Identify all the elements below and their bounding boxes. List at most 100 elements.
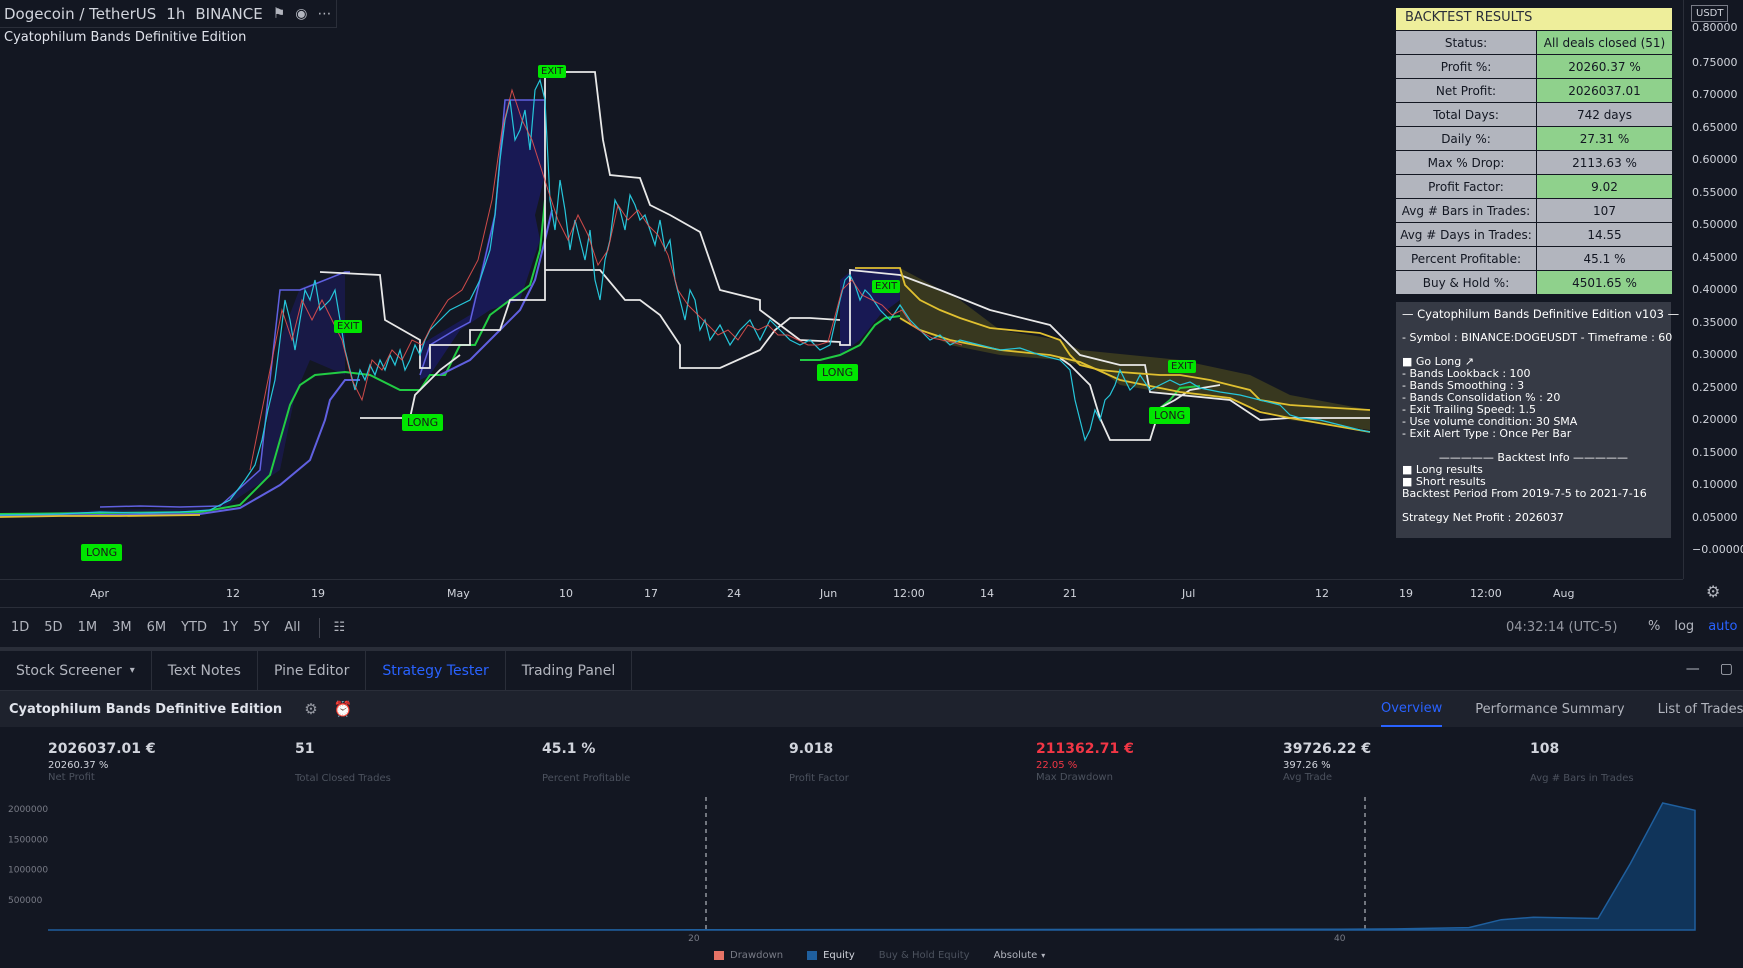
log-scale-toggle[interactable]: log (1674, 619, 1694, 634)
exit-signal: EXIT (872, 280, 901, 293)
backtest-value: 9.02 (1537, 175, 1672, 198)
currency-badge[interactable]: USDT (1691, 5, 1729, 22)
price-axis[interactable]: 0.80000 0.75000 0.70000 0.65000 0.60000 … (1683, 0, 1743, 579)
metric-value: 108 (1530, 741, 1560, 757)
price-tick: 0.60000 (1692, 153, 1738, 166)
time-tick: 17 (644, 587, 658, 600)
backtest-key: Percent Profitable: (1396, 247, 1537, 270)
date-range-icon[interactable]: ☷ (334, 620, 346, 635)
equity-y-axis: 2000000 1500000 1000000 500000 (8, 805, 48, 906)
tab-performance-summary[interactable]: Performance Summary (1475, 691, 1624, 727)
backtest-value: 107 (1537, 199, 1672, 222)
bands-layer (0, 71, 1371, 518)
range-5d[interactable]: 5D (44, 620, 62, 635)
metric-profit-factor: 9.018 Profit Factor (789, 741, 1029, 784)
price-tick: 0.45000 (1692, 251, 1738, 264)
backtest-row: Avg # Days in Trades: 14.55 (1396, 223, 1672, 247)
time-tick: 10 (559, 587, 573, 600)
range-1d[interactable]: 1D (11, 620, 29, 635)
range-1m[interactable]: 1M (78, 620, 98, 635)
maximize-icon[interactable]: ▢ (1720, 661, 1733, 677)
metric-label: Avg Trade (1283, 772, 1333, 783)
interval-label[interactable]: 1h (166, 5, 185, 23)
clock-readout[interactable]: 04:32:14 (UTC-5) (1506, 620, 1617, 635)
tab-trading-panel[interactable]: Trading Panel (506, 650, 633, 691)
price-tick: 0.50000 (1692, 218, 1738, 231)
equity-x-tick: 40 (1334, 934, 1346, 944)
price-tick: 0.40000 (1692, 283, 1738, 296)
symbol-name[interactable]: Dogecoin / TetherUS (4, 5, 156, 23)
tab-strategy-tester[interactable]: Strategy Tester (366, 650, 506, 691)
exit-signal: EXIT (1168, 360, 1197, 373)
eye-icon[interactable]: ◉ (295, 6, 307, 22)
price-tick: 0.30000 (1692, 348, 1738, 361)
minimize-icon[interactable]: — (1686, 661, 1700, 677)
time-tick: Apr (90, 587, 110, 600)
metric-label: Total Closed Trades (295, 773, 391, 784)
backtest-key: Total Days: (1396, 103, 1537, 126)
range-6m[interactable]: 6M (147, 620, 167, 635)
range-3m[interactable]: 3M (112, 620, 132, 635)
legend-drawdown[interactable]: Drawdown (714, 950, 783, 961)
equity-chart[interactable]: 200000015000001000000500000 20 40 (0, 795, 1743, 945)
trailing-stop-white-2 (545, 269, 841, 369)
tab-pine-editor[interactable]: Pine Editor (258, 650, 367, 691)
metric-percent-profitable: 45.1 % Percent Profitable (542, 741, 782, 784)
backtest-row: Buy & Hold %: 4501.65 % (1396, 271, 1672, 295)
time-axis[interactable]: Apr 12 19 May 10 17 24 Jun 12:00 14 21 J… (0, 579, 1683, 607)
legend-label: Drawdown (730, 950, 784, 961)
legend-buy-hold[interactable]: Buy & Hold Equity (879, 950, 970, 961)
metric-sub (295, 760, 535, 772)
backtest-value: 45.1 % (1537, 247, 1672, 270)
absolute-dropdown[interactable]: Absolute ▾ (994, 950, 1046, 961)
strategy-info-box: — Cyatophilum Bands Definitive Edition v… (1396, 302, 1680, 538)
equity-y-tick: 1500000 (8, 835, 48, 845)
indicator-title[interactable]: Cyatophilum Bands Definitive Edition (4, 30, 246, 45)
info-net-profit: Strategy Net Profit : 2026037 (1402, 511, 1564, 524)
strategy-sub-tabs: Overview Performance Summary List of Tra… (1381, 691, 1743, 727)
time-tick: May (447, 587, 470, 600)
range-ytd[interactable]: YTD (181, 620, 207, 635)
price-tick: 0.55000 (1692, 186, 1738, 199)
backtest-row: Profit Factor: 9.02 (1396, 175, 1672, 199)
price-tick: 0.20000 (1692, 413, 1738, 426)
backtest-row: Avg # Bars in Trades: 107 (1396, 199, 1672, 223)
gear-icon[interactable]: ⚙ (1706, 582, 1720, 601)
strategy-name: Cyatophilum Bands Definitive Edition (9, 701, 283, 717)
symbol-header[interactable]: Dogecoin / TetherUS 1h BINANCE ⚑ ◉ ⋯ (0, 0, 337, 28)
range-5y[interactable]: 5Y (253, 620, 269, 635)
backtest-key: Avg # Bars in Trades: (1396, 199, 1537, 222)
info-title: — Cyatophilum Bands Definitive Edition v… (1402, 307, 1680, 321)
gear-icon[interactable]: ⚙ (304, 700, 317, 718)
range-1y[interactable]: 1Y (222, 620, 238, 635)
info-backtest-line: Backtest Period From 2019-7-5 to 2021-7-… (1402, 487, 1647, 500)
flag-icon[interactable]: ⚑ (273, 6, 286, 22)
long-signal: LONG (81, 544, 123, 561)
auto-scale-toggle[interactable]: auto (1708, 619, 1737, 634)
tab-text-notes[interactable]: Text Notes (152, 650, 258, 691)
price-tick: 0.75000 (1692, 56, 1738, 69)
metric-value: 39726.22 € (1283, 741, 1372, 757)
more-icon[interactable]: ⋯ (318, 6, 332, 22)
metric-avg-trade: 39726.22 € 397.26 % Avg Trade (1283, 741, 1523, 783)
tab-overview[interactable]: Overview (1381, 691, 1443, 727)
legend-label: Equity (823, 950, 855, 961)
legend-equity[interactable]: Equity (807, 950, 855, 961)
backtest-value: 2113.63 % (1537, 151, 1672, 174)
chevron-down-icon[interactable]: ▾ (130, 665, 135, 676)
time-tick: 12:00 (1470, 587, 1502, 600)
scale-controls: % log auto (1648, 619, 1737, 634)
price-tick: −0.00000 (1692, 543, 1743, 556)
range-all[interactable]: All (284, 620, 300, 635)
price-tick: 0.15000 (1692, 446, 1738, 459)
legend-label: Buy & Hold Equity (878, 950, 970, 961)
time-tick: 19 (311, 587, 325, 600)
equity-legend: Drawdown Equity Buy & Hold Equity Absolu… (714, 950, 1045, 961)
tab-stock-screener[interactable]: Stock Screener ▾ (0, 650, 152, 691)
percent-scale-toggle[interactable]: % (1648, 619, 1660, 634)
backtest-row: Daily %: 27.31 % (1396, 127, 1672, 151)
metric-value: 45.1 % (542, 741, 596, 757)
equity-x-tick: 20 (688, 934, 700, 944)
tab-list-of-trades[interactable]: List of Trades (1658, 691, 1743, 727)
alarm-icon[interactable]: ⏰ (334, 700, 353, 718)
